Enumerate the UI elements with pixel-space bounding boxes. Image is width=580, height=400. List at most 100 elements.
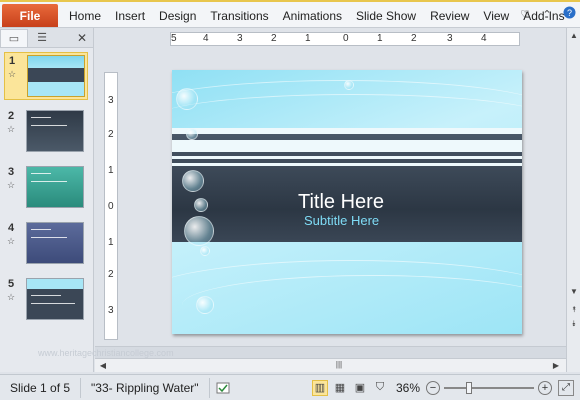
bubble [176, 88, 198, 110]
slide-number: 4 [8, 222, 15, 234]
tab-animations[interactable]: Animations [276, 9, 349, 23]
tab-transitions[interactable]: Transitions [203, 9, 275, 23]
slide-subtitle[interactable]: Subtitle Here [304, 213, 379, 228]
slide-number: 3 [8, 166, 15, 178]
ruler-label: 1 [108, 237, 114, 248]
zoom-control: − + [426, 380, 552, 395]
ruler-label: 3 [108, 95, 114, 106]
horizontal-ruler: 5 4 3 2 1 0 1 2 3 4 [170, 32, 520, 46]
ruler-label: 4 [203, 33, 209, 44]
slide-thumbnail-3[interactable]: 3 ☆ [4, 164, 88, 212]
slide-title[interactable]: Title Here [298, 191, 384, 214]
slide-preview [26, 222, 84, 264]
bubble [196, 296, 214, 314]
bubble [194, 198, 208, 212]
transition-star-icon: ☆ [7, 180, 16, 190]
horizontal-scrollbar[interactable]: ◀ ||| ▶ [95, 358, 566, 372]
scroll-down-icon[interactable]: ▼ [568, 286, 580, 298]
tab-slide-show[interactable]: Slide Show [349, 9, 423, 23]
normal-view-icon[interactable]: ▥ [311, 379, 328, 396]
tab-view[interactable]: View [476, 9, 516, 23]
bubble [184, 216, 214, 246]
stripe [172, 140, 522, 152]
tab-insert[interactable]: Insert [108, 9, 152, 23]
slide-canvas[interactable]: Title Here Subtitle Here [172, 70, 522, 334]
slide-number: 2 [8, 110, 15, 122]
wave-decoration [182, 275, 522, 334]
slide-number: 1 [9, 55, 16, 67]
previous-slide-icon[interactable]: ⯭ [568, 304, 580, 316]
status-bar: Slide 1 of 5 "33- Rippling Water" ▥ ▦ ▣ … [0, 374, 580, 400]
ruler-label: 0 [343, 33, 349, 44]
stripe [172, 128, 522, 134]
ruler-label: 2 [271, 33, 277, 44]
ruler-label: 5 [171, 33, 177, 44]
slides-panel: ▭ ☰ ✕ 1 ☆ 2 ☆ 3 ☆ 4 ☆ 5 ☆ [0, 28, 94, 372]
tab-review[interactable]: Review [423, 9, 476, 23]
zoom-in-icon[interactable]: + [538, 380, 552, 395]
theme-name: "33- Rippling Water" [81, 377, 210, 398]
zoom-slider-thumb[interactable] [466, 381, 472, 394]
scroll-up-icon[interactable]: ▲ [568, 30, 580, 42]
slide-thumbnail-5[interactable]: 5 ☆ [4, 276, 88, 324]
close-icon[interactable]: ✕ [77, 31, 87, 45]
slide-preview [26, 278, 84, 320]
ribbon: File Home Insert Design Transitions Anim… [0, 0, 580, 28]
stripe [172, 156, 522, 159]
slide-preview [26, 110, 84, 152]
help-icon[interactable]: ? [562, 6, 576, 22]
slide-thumbnail-4[interactable]: 4 ☆ [4, 220, 88, 268]
slide-thumbnail-2[interactable]: 2 ☆ [4, 108, 88, 156]
fit-to-window-icon[interactable]: ⤢ [558, 379, 574, 396]
ruler-label: 1 [305, 33, 311, 44]
ruler-label: 2 [411, 33, 417, 44]
ruler-label: 4 [481, 33, 487, 44]
zoom-slider[interactable] [444, 381, 534, 394]
zoom-out-icon[interactable]: − [426, 380, 440, 395]
ruler-label: 3 [447, 33, 453, 44]
ruler-label: 1 [377, 33, 383, 44]
transition-star-icon: ☆ [7, 124, 16, 134]
bubble [186, 128, 198, 140]
transition-star-icon: ☆ [7, 236, 16, 246]
reading-view-icon[interactable]: ▣ [352, 380, 368, 396]
scroll-left-icon[interactable]: ◀ [97, 360, 109, 372]
slide-preview [26, 166, 84, 208]
minimize-ribbon-icon[interactable]: ⌃ [540, 8, 554, 21]
vertical-scrollbar[interactable]: ▲ ▼ ⯭ ⯯ [566, 28, 580, 372]
slide-thumbnail-1[interactable]: 1 ☆ [4, 52, 88, 100]
watermark-text: www.heritagechristiancollege.com [38, 348, 174, 358]
bubble [344, 80, 354, 90]
view-buttons: ▥ ▦ ▣ ⛉ [311, 379, 388, 396]
svg-text:?: ? [566, 8, 571, 18]
bubble [182, 170, 204, 192]
transition-star-icon: ☆ [8, 69, 17, 79]
tab-home[interactable]: Home [62, 9, 108, 23]
ribbon-tabs: Home Insert Design Transitions Animation… [62, 4, 572, 27]
ruler-label: 1 [108, 165, 114, 176]
tab-design[interactable]: Design [152, 9, 203, 23]
ruler-label: 0 [108, 201, 114, 212]
slideshow-icon[interactable]: ⛉ [372, 380, 388, 396]
heart-icon[interactable]: ♡ [518, 8, 532, 21]
next-slide-icon[interactable]: ⯯ [568, 318, 580, 330]
zoom-level[interactable]: 36% [396, 381, 420, 395]
ruler-label: 3 [108, 305, 114, 316]
ruler-label: 3 [237, 33, 243, 44]
ruler-label: 2 [108, 269, 114, 280]
file-tab[interactable]: File [2, 4, 58, 27]
scroll-thumb[interactable]: ||| [333, 360, 345, 370]
slide-indicator: Slide 1 of 5 [0, 377, 82, 398]
slide-number: 5 [8, 278, 15, 290]
outline-tab-icon[interactable]: ☰ [28, 29, 56, 47]
slides-tab-icon[interactable]: ▭ [0, 28, 28, 47]
vertical-ruler: 3 2 1 0 1 2 3 [104, 72, 118, 340]
panel-tabs: ▭ ☰ ✕ [0, 28, 93, 48]
stripe [172, 163, 522, 166]
spell-check-icon[interactable] [210, 378, 236, 398]
ruler-label: 2 [108, 129, 114, 140]
ribbon-right-icons: ♡ ⌃ ? [518, 6, 576, 22]
transition-star-icon: ☆ [7, 292, 16, 302]
slide-sorter-icon[interactable]: ▦ [332, 380, 348, 396]
scroll-right-icon[interactable]: ▶ [550, 360, 562, 372]
